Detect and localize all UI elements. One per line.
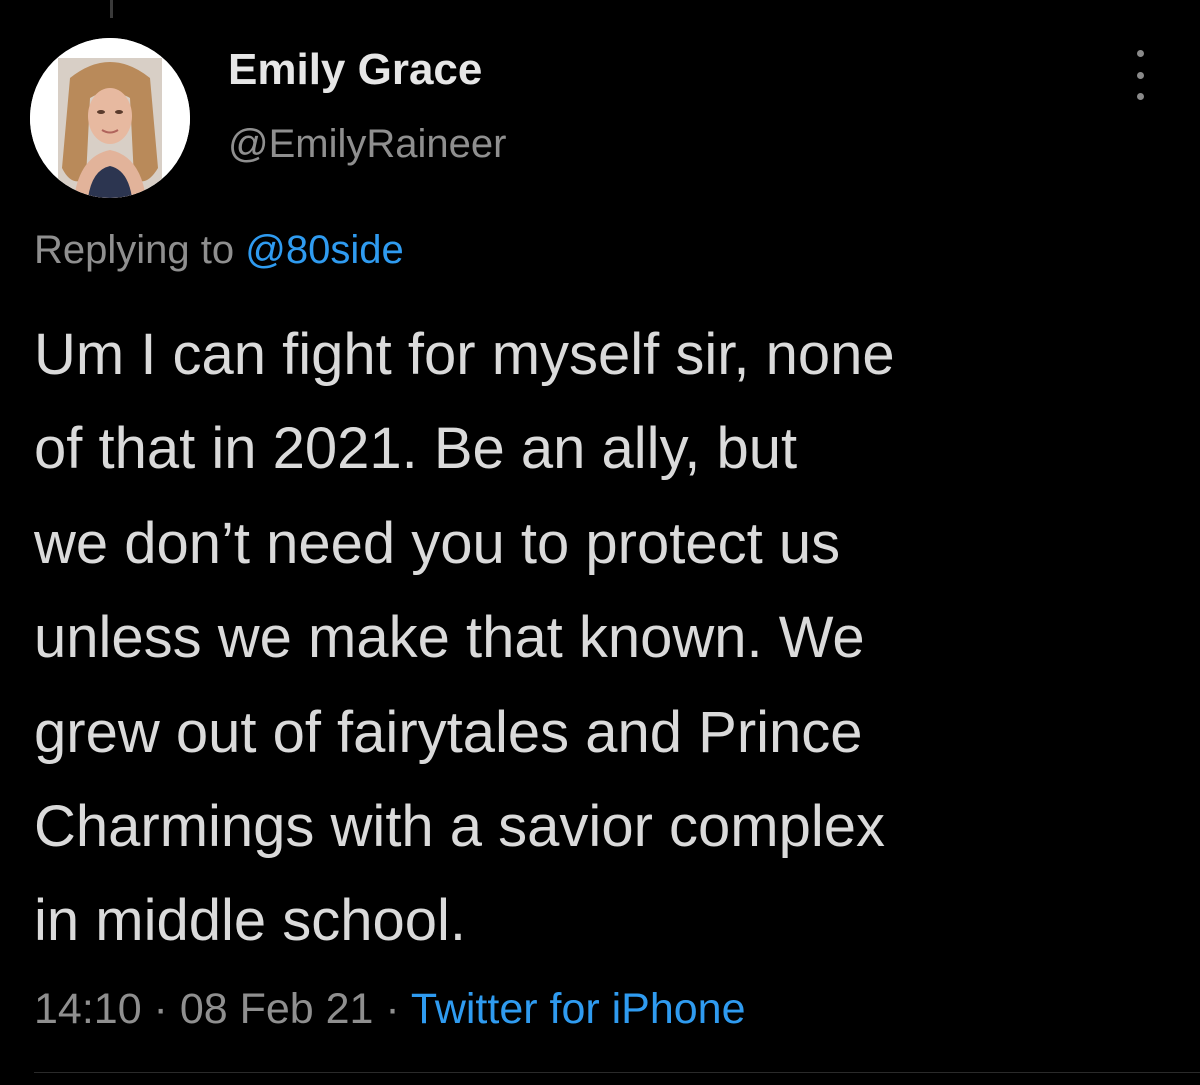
tweet-date[interactable]: 08 Feb 21 (180, 985, 374, 1033)
meta-separator: · (373, 985, 411, 1033)
tweet-time[interactable]: 14:10 (34, 985, 142, 1033)
more-vertical-icon (1136, 93, 1144, 100)
more-options-button[interactable] (1118, 50, 1162, 100)
meta-separator: · (141, 985, 180, 1033)
tweet-text-line: in middle school. (34, 888, 466, 954)
divider (34, 1072, 1200, 1073)
more-vertical-icon (1136, 71, 1144, 79)
tweet-text-line: unless we make that known. We (34, 605, 865, 671)
thread-connector-line (110, 0, 113, 18)
tweet-text-line: of that in 2021. Be an ally, but (34, 416, 798, 482)
tweet-text-line: Charmings with a savior complex (34, 793, 885, 859)
avatar[interactable] (30, 38, 190, 198)
reply-mention-link[interactable]: @80side (245, 228, 403, 272)
tweet-text: Um I can fight for myself sir, none of t… (34, 308, 1174, 969)
tweet-meta: 14:10 · 08 Feb 21 · Twitter for iPhone (34, 985, 746, 1033)
tweet-text-line: grew out of fairytales and Prince (34, 699, 863, 765)
replying-to-label: Replying to (34, 228, 246, 272)
author-handle[interactable]: @EmilyRaineer (228, 122, 506, 166)
author-display-name[interactable]: Emily Grace (228, 45, 482, 94)
tweet-source-link[interactable]: Twitter for iPhone (411, 985, 746, 1033)
tweet-text-line: we don’t need you to protect us (34, 510, 841, 576)
replying-to-line: Replying to @80side (34, 228, 404, 272)
more-vertical-icon (1136, 50, 1144, 57)
tweet-text-line: Um I can fight for myself sir, none (34, 322, 895, 387)
profile-photo-icon (30, 38, 190, 198)
